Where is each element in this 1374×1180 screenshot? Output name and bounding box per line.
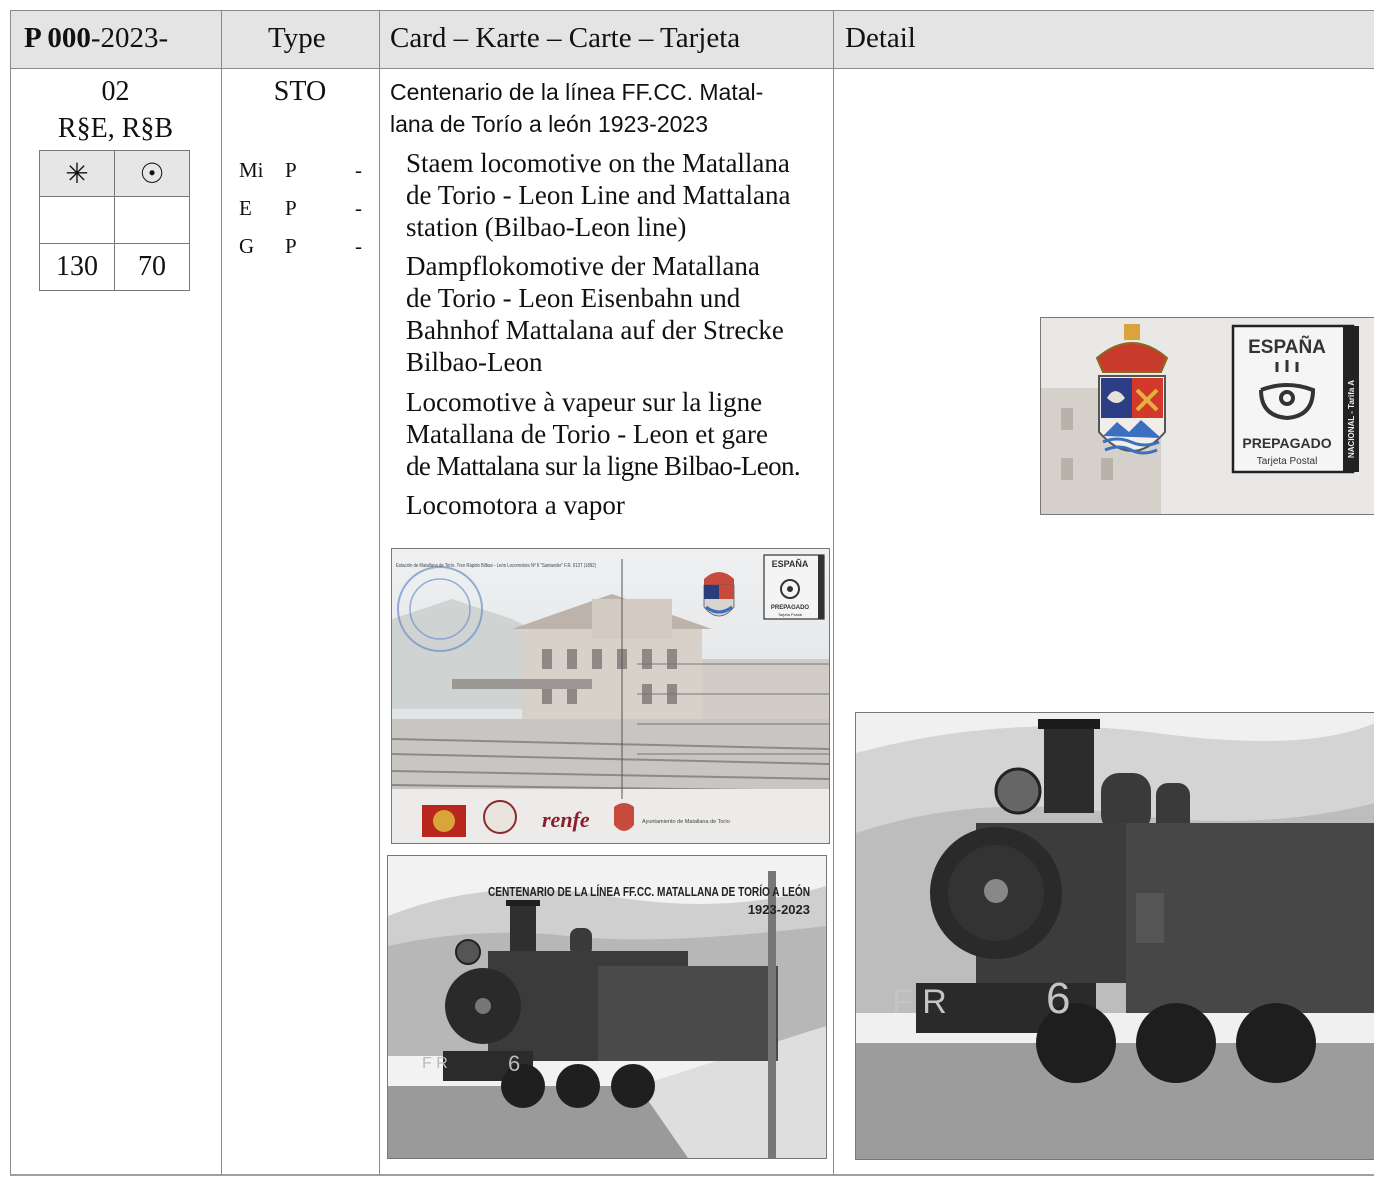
table-bottom-border (10, 1174, 1374, 1176)
stamp-side-text: NACIONAL - Tarifa A (1347, 380, 1356, 458)
desc-line: Matallana de Torio - Leon et gare (406, 419, 768, 449)
desc-line: de Mattalana sur la ligne Bilbao-Leon. (406, 451, 801, 481)
column-divider-3 (833, 10, 834, 1175)
desc-line: Locomotora a vapor (406, 490, 625, 520)
catalog-name: G (239, 234, 255, 258)
card-front-footer-text: Ayuntamiento de Matallana de Torío (642, 819, 730, 825)
card-back-loco-letters: F R (422, 1055, 448, 1072)
catalog-name: E (239, 196, 252, 220)
card-front-caption: Estación de Matallana de Torío. Tren Ráp… (396, 562, 596, 569)
card-back-loco-number: 6 (508, 1051, 520, 1076)
catalog-number: - (355, 196, 362, 220)
stamp-sub: Tarjeta Postal (1257, 456, 1318, 467)
used-symbol-icon: ☉ (114, 150, 190, 197)
mint-symbol-icon: ✳ (39, 150, 115, 197)
column-header-type: Type (268, 22, 326, 54)
card-back-year: 1923-2023 (748, 902, 810, 917)
column-header-code: P 000-2023- (24, 18, 168, 58)
table-left-border (10, 10, 11, 1175)
desc-line: Staem locomotive on the Matallana (406, 148, 790, 178)
stamp-detail-image: ESPAÑA PREPAGADO Tarjeta Postal NACIONAL… (1040, 317, 1374, 515)
value-table: ✳ ☉ 130 70 (39, 150, 190, 291)
desc-line: station (Bilbao-Leon line) (406, 212, 687, 242)
column-header-detail: Detail (845, 22, 916, 54)
desc-line: Bahnhof Mattalana auf der Strecke (406, 315, 784, 345)
desc-line: de Torio - Leon Line and Mattalana (406, 180, 791, 210)
catalog-code: P (285, 158, 297, 182)
catalog-code: P (285, 234, 297, 258)
card-front-image: ESPAÑA PREPAGADO Tarjeta Postal Estación… (391, 548, 830, 844)
card-back-image: 6 F R CENTENARIO DE LA LÍNEA FF.CC. MATA… (387, 855, 827, 1159)
catalog-number: - (355, 158, 362, 182)
column-header-card: Card – Karte – Carte – Tarjeta (390, 22, 741, 54)
entry-type: STO (273, 76, 327, 107)
desc-line: Locomotive à vapeur sur la ligne (406, 387, 763, 417)
catalog-code-year: -2023- (90, 22, 169, 54)
header-bottom-border (10, 68, 1374, 69)
desc-line: Bilbao-Leon (406, 347, 543, 377)
printing-method: R§E, R§B (57, 113, 174, 144)
stamp-country: ESPAÑA (1248, 336, 1326, 358)
card-title-line-1: Centenario de la línea FF.CC. Matal- (390, 79, 764, 105)
card-front-coat-of-arms (703, 572, 735, 617)
catalog-code-bold: P 000 (24, 22, 91, 54)
card-front-stamp-country: ESPAÑA (772, 559, 809, 569)
value-cell-blank (39, 196, 115, 244)
station-photo-illustration: ESPAÑA PREPAGADO Tarjeta Postal Estación… (392, 549, 829, 843)
value-mint: 130 (39, 243, 115, 291)
renfe-logo: renfe (542, 807, 590, 832)
entry-number: 02 (101, 76, 130, 107)
card-title: Centenario de la línea FF.CC. Matal- lan… (390, 76, 763, 140)
description-english: Staem locomotive on the Matallana de Tor… (406, 147, 826, 243)
column-divider-2 (379, 10, 380, 1175)
desc-line: Dampflokomotive der Matallana (406, 251, 760, 281)
desc-line: de Torio - Leon Eisenbahn und (406, 283, 741, 313)
description-german: Dampflokomotive der Matallana de Torio -… (406, 250, 826, 378)
catalog-code: P (285, 196, 297, 220)
locomotive-detail-illustration: 6 F R (856, 713, 1374, 1159)
column-divider-1 (221, 10, 222, 1175)
table-top-border (10, 10, 1374, 11)
detail-loco-letters: F R (892, 983, 947, 1021)
catalog-number: - (355, 234, 362, 258)
card-front-stamp-prepaid: PREPAGADO (771, 605, 810, 611)
card-back-headline: CENTENARIO DE LA LÍNEA FF.CC. MATALLANA … (488, 884, 810, 899)
value-used: 70 (114, 243, 190, 291)
stamp-detail-illustration: ESPAÑA PREPAGADO Tarjeta Postal NACIONAL… (1041, 318, 1374, 514)
value-cell-blank (114, 196, 190, 244)
locomotive-detail-image: 6 F R (855, 712, 1374, 1160)
detail-loco-number: 6 (1046, 974, 1070, 1023)
stamp-prepaid: PREPAGADO (1242, 435, 1331, 451)
catalog-name: Mi (239, 158, 264, 182)
description-spanish: Locomotora a vapor (406, 489, 826, 521)
locomotive-photo-illustration: 6 F R CENTENARIO DE LA LÍNEA FF.CC. MATA… (388, 856, 826, 1158)
card-title-line-2: lana de Torío a león 1923-2023 (390, 111, 709, 137)
description-french: Locomotive à vapeur sur la ligne Matalla… (406, 386, 826, 482)
card-front-stamp-sub: Tarjeta Postal (778, 612, 802, 617)
